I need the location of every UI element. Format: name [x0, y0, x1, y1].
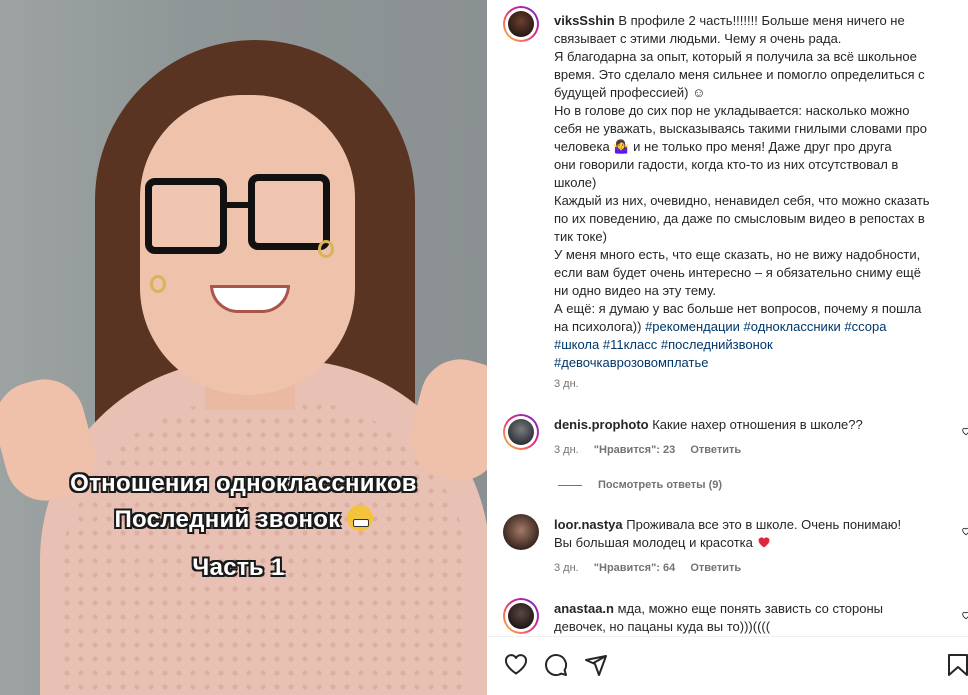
- comment-meta: 3 дн. "Нравится": 64 Ответить: [554, 562, 753, 574]
- hashtag-link[interactable]: #девочкаврозовомплатье: [554, 355, 708, 370]
- comment-body: девочек, но пацаны куда вы то)))((((: [554, 619, 771, 634]
- comment-body: Какие нахер отношения в школе??: [652, 417, 863, 432]
- hashtag-link[interactable]: #школа #11класс #последнийзвонок: [554, 337, 773, 352]
- caption-text: viksSshin В профиле 2 часть!!!!!!! Больш…: [554, 12, 964, 372]
- comment-text: anastaa.n мда, можно еще понять зависть …: [554, 600, 954, 636]
- comment-username[interactable]: loor.nastya: [554, 517, 623, 532]
- comment-reply-button[interactable]: Ответить: [690, 562, 741, 574]
- red-heart-emoji-icon: [758, 537, 769, 548]
- commenter-avatar[interactable]: [503, 414, 539, 450]
- comments-panel: viksSshin В профиле 2 часть!!!!!!! Больш…: [487, 0, 968, 695]
- caption-line: если вам будет очень интересно – я обяза…: [554, 265, 921, 280]
- caption-line: школе): [554, 175, 597, 190]
- comment-username[interactable]: anastaa.n: [554, 601, 614, 616]
- commenter-avatar[interactable]: [503, 598, 539, 634]
- caption-line: Каждый из них, очевидно, ненавидел себя,…: [554, 193, 930, 208]
- caption-line: Я благодарна за опыт, который я получила…: [554, 49, 917, 64]
- comment-icon[interactable]: [544, 653, 568, 677]
- bookmark-icon[interactable]: [947, 653, 968, 677]
- comment-time: 3 дн.: [554, 562, 579, 574]
- caption-line: Но в голове до сих пор не укладывается: …: [554, 103, 910, 118]
- video-overlay-line1: Отношения одноклассников: [70, 470, 417, 497]
- post-media[interactable]: Отношения одноклассников Последний звоно…: [0, 0, 487, 695]
- caption-line: тик токе): [554, 229, 607, 244]
- caption-username[interactable]: viksSshin: [554, 13, 615, 28]
- comment-like-heart-icon[interactable]: [961, 610, 968, 620]
- commenter-avatar[interactable]: [503, 514, 539, 550]
- media-glasses: [145, 174, 335, 256]
- comment-body: Проживала все это в школе. Очень понимаю…: [626, 517, 902, 532]
- comment-reply-button[interactable]: Ответить: [690, 444, 741, 456]
- caption-line: В профиле 2 часть!!!!!!! Больше меня нич…: [618, 13, 905, 28]
- caption-line: человека 🤷‍♀ и не только про меня! Даже …: [554, 139, 892, 154]
- video-overlay-line2: Последний звонок: [114, 506, 341, 533]
- comment-time: 3 дн.: [554, 444, 579, 456]
- caption-line: себя не уважать, высказываясь такими гни…: [554, 121, 928, 136]
- comment-text: denis.prophoto Какие нахер отношения в ш…: [554, 416, 954, 434]
- share-icon[interactable]: [584, 653, 608, 677]
- comment-body: Вы большая молодец и красотка: [554, 535, 753, 550]
- heart-icon[interactable]: [504, 653, 528, 675]
- author-avatar[interactable]: [503, 6, 539, 42]
- view-replies-button[interactable]: Посмотреть ответы (9): [558, 479, 722, 491]
- media-earring-right: [318, 240, 334, 258]
- caption-time: 3 дн.: [554, 378, 579, 390]
- caption-line: связывает с этими людьми. Чему я очень р…: [554, 31, 842, 46]
- comment-text: loor.nastya Проживала все это в школе. О…: [554, 516, 954, 552]
- caption-line: на психолога)): [554, 319, 642, 334]
- media-knit-pattern: [60, 400, 470, 695]
- caption-line: А ещё: я думаю у вас больше нет вопросов…: [554, 301, 922, 316]
- view-replies-label: Посмотреть ответы (9): [598, 479, 723, 491]
- comment-username[interactable]: denis.prophoto: [554, 417, 649, 432]
- comment-body: мда, можно еще понять зависть со стороны: [617, 601, 883, 616]
- video-overlay-line3: Часть 1: [192, 554, 285, 581]
- caption-line: будущей профессией) ☺: [554, 85, 706, 100]
- caption-line: ни одно видео на эту тему.: [554, 283, 716, 298]
- comment-likes[interactable]: "Нравится": 23: [594, 444, 675, 456]
- comment-like-heart-icon[interactable]: [961, 426, 968, 436]
- video-overlay-line2-wrap: Последний звонок: [0, 505, 487, 534]
- comment-like-heart-icon[interactable]: [961, 526, 968, 536]
- caption-line: по их поведению, да даже по смысловым ви…: [554, 211, 925, 226]
- caption-line: У меня много есть, что еще сказать, но н…: [554, 247, 921, 262]
- view-replies-line: [558, 484, 582, 486]
- comment-meta: 3 дн. "Нравится": 23 Ответить: [554, 444, 753, 456]
- actions-divider: [487, 636, 968, 637]
- grimace-emoji-icon: [346, 505, 373, 531]
- caption-line: время. Это сделало меня сильнее и помогл…: [554, 67, 925, 82]
- comment-likes[interactable]: "Нравится": 64: [594, 562, 675, 574]
- media-earring-left: [150, 275, 166, 293]
- caption-line: они говорили гадости, когда кто-то из ни…: [554, 157, 899, 172]
- hashtag-link[interactable]: #рекомендации #одноклассники #ссора: [645, 319, 886, 334]
